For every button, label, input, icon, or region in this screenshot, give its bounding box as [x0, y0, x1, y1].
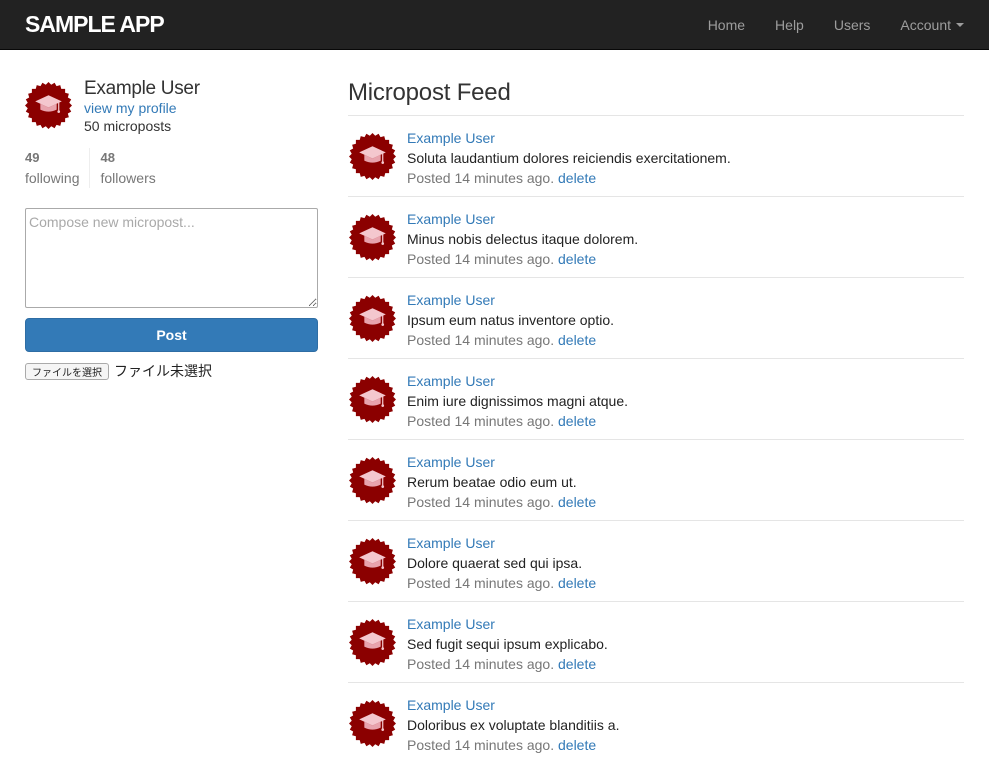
feed-item-content: Rerum beatae odio eum ut.: [407, 474, 577, 490]
caret-down-icon: [956, 22, 964, 27]
feed-item: Example User Rerum beatae odio eum ut. Pos…: [348, 440, 964, 521]
feed-item-time-text: Posted 14 minutes ago.: [407, 332, 555, 348]
user-details: Example User view my profile 50 micropos…: [84, 78, 200, 135]
nav-menu: Home Help Users Account: [678, 0, 964, 50]
user-stats: 49 following 48 followers: [25, 148, 318, 188]
following-count: 49: [25, 150, 40, 165]
user-name: Example User: [84, 78, 200, 99]
user-info: Example User view my profile 50 micropos…: [25, 78, 318, 135]
graduation-cap-seal-icon[interactable]: [349, 376, 396, 423]
feed-item-content: Enim iure dignissimos magni atque.: [407, 393, 628, 409]
feed-item-user-link[interactable]: Example User: [407, 290, 614, 310]
feed-item-content: Minus nobis delectus itaque dolorem.: [407, 231, 639, 247]
feed-item-user-link[interactable]: Example User: [407, 614, 608, 634]
choose-file-button[interactable]: ファイルを選択: [25, 362, 109, 380]
feed-item-content: Doloribus ex voluptate blanditiis a.: [407, 717, 620, 733]
followers-count: 48: [100, 150, 115, 165]
feed-item-timestamp: Posted 14 minutes ago. delete: [407, 249, 638, 269]
delete-link[interactable]: delete: [558, 656, 596, 672]
nav-item-account[interactable]: Account: [900, 17, 964, 33]
graduation-cap-seal-icon[interactable]: [349, 700, 396, 747]
feed-item-user-link[interactable]: Example User: [407, 533, 596, 553]
feed-item-content: Soluta laudantium dolores reiciendis exe…: [407, 150, 731, 166]
feed-item-timestamp: Posted 14 minutes ago. delete: [407, 735, 619, 755]
feed-item-body: Example User Enim iure dignissimos magni …: [407, 371, 628, 431]
nav-item-home[interactable]: Home: [708, 17, 745, 33]
delete-link[interactable]: delete: [558, 494, 596, 510]
feed-item-body: Example User Soluta laudantium dolores re…: [407, 128, 731, 188]
feed-item: Example User Soluta laudantium dolores re…: [348, 116, 964, 197]
feed-item-time-text: Posted 14 minutes ago.: [407, 575, 555, 591]
nav-item-users[interactable]: Users: [834, 17, 871, 33]
navbar: SAMPLE APP Home Help Users Account: [0, 0, 989, 50]
feed-item-user-link[interactable]: Example User: [407, 371, 628, 391]
feed-item-body: Example User Minus nobis delectus itaque …: [407, 209, 638, 269]
feed-item: Example User Minus nobis delectus itaque …: [348, 197, 964, 278]
file-upload: ファイルを選択 ファイル未選択: [25, 361, 318, 381]
feed-item: Example User Dolore quaerat sed qui ipsa.…: [348, 521, 964, 602]
feed-item-timestamp: Posted 14 minutes ago. delete: [407, 330, 614, 350]
graduation-cap-seal-icon[interactable]: [349, 214, 396, 261]
graduation-cap-seal-icon[interactable]: [349, 619, 396, 666]
feed-section: Micropost Feed Example User Soluta laudan…: [348, 78, 964, 761]
feed-item-time-text: Posted 14 minutes ago.: [407, 737, 555, 753]
feed-item-body: Example User Rerum beatae odio eum ut. Pos…: [407, 452, 596, 512]
feed-item-timestamp: Posted 14 minutes ago. delete: [407, 573, 596, 593]
feed-item-user-link[interactable]: Example User: [407, 695, 619, 715]
sidebar: Example User view my profile 50 micropos…: [25, 78, 318, 381]
followers-label: followers: [100, 170, 156, 186]
micropost-count: 50 microposts: [84, 118, 172, 134]
following-label: following: [25, 170, 80, 186]
feed-item-user-link[interactable]: Example User: [407, 452, 596, 472]
feed-item: Example User Enim iure dignissimos magni …: [348, 359, 964, 440]
feed-item: Example User Ipsum eum natus inventore op…: [348, 278, 964, 359]
post-button[interactable]: Post: [25, 318, 318, 352]
feed-item-timestamp: Posted 14 minutes ago. delete: [407, 654, 608, 674]
feed-item: Example User Doloribus ex voluptate bland…: [348, 683, 964, 761]
nav-item-help[interactable]: Help: [775, 17, 804, 33]
feed-item-time-text: Posted 14 minutes ago.: [407, 251, 555, 267]
feed-item-content: Sed fugit sequi ipsum explicabo.: [407, 636, 608, 652]
feed-title: Micropost Feed: [348, 78, 964, 116]
feed-item-timestamp: Posted 14 minutes ago. delete: [407, 411, 628, 431]
feed-item-time-text: Posted 14 minutes ago.: [407, 494, 555, 510]
feed-item-body: Example User Doloribus ex voluptate bland…: [407, 695, 619, 755]
delete-link[interactable]: delete: [558, 413, 596, 429]
feed-item-content: Ipsum eum natus inventore optio.: [407, 312, 615, 328]
feed-list: Example User Soluta laudantium dolores re…: [348, 116, 964, 761]
graduation-cap-seal-icon[interactable]: [349, 133, 396, 180]
compose-micropost-input[interactable]: [25, 208, 318, 308]
feed-item-timestamp: Posted 14 minutes ago. delete: [407, 168, 731, 188]
view-profile-link[interactable]: view my profile: [84, 100, 200, 117]
feed-item-time-text: Posted 14 minutes ago.: [407, 413, 555, 429]
feed-item-user-link[interactable]: Example User: [407, 128, 731, 148]
delete-link[interactable]: delete: [558, 575, 596, 591]
file-status: ファイル未選択: [114, 364, 212, 380]
feed-item-time-text: Posted 14 minutes ago.: [407, 656, 555, 672]
feed-item-body: Example User Dolore quaerat sed qui ipsa.…: [407, 533, 596, 593]
feed-item-content: Dolore quaerat sed qui ipsa.: [407, 555, 583, 571]
feed-item-user-link[interactable]: Example User: [407, 209, 638, 229]
delete-link[interactable]: delete: [558, 170, 596, 186]
graduation-cap-seal-icon[interactable]: [349, 457, 396, 504]
delete-link[interactable]: delete: [558, 332, 596, 348]
feed-item-time-text: Posted 14 minutes ago.: [407, 170, 555, 186]
graduation-cap-seal-icon[interactable]: [349, 538, 396, 585]
following-stat[interactable]: 49 following: [25, 148, 89, 188]
delete-link[interactable]: delete: [558, 251, 596, 267]
feed-item-body: Example User Ipsum eum natus inventore op…: [407, 290, 614, 350]
graduation-cap-seal-icon[interactable]: [25, 82, 72, 129]
graduation-cap-seal-icon[interactable]: [349, 295, 396, 342]
delete-link[interactable]: delete: [558, 737, 596, 753]
followers-stat[interactable]: 48 followers: [89, 148, 165, 188]
feed-item: Example User Sed fugit sequi ipsum explic…: [348, 602, 964, 683]
feed-item-timestamp: Posted 14 minutes ago. delete: [407, 492, 596, 512]
brand-logo[interactable]: SAMPLE APP: [25, 11, 165, 38]
feed-item-body: Example User Sed fugit sequi ipsum explic…: [407, 614, 608, 674]
nav-item-account-label: Account: [900, 16, 951, 33]
